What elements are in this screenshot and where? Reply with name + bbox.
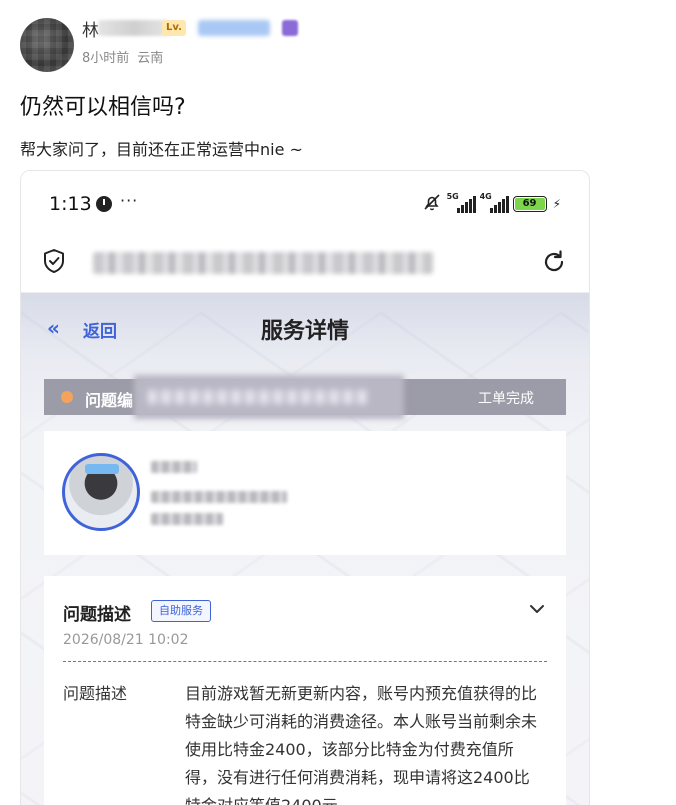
description-card: 问题描述 自助服务 2026/08/21 10:02 问题描述 目前游戏暂无新更… xyxy=(44,576,566,805)
status-icons: 5G 4G 69 ⚡ xyxy=(421,192,561,216)
description-text: 目前游戏暂无新更新内容，账号内预充值获得的比特金缺少可消耗的消费途径。本人账号当… xyxy=(185,684,538,805)
service-detail-page: « 返回 服务详情 问题编 工单完成 问题描述 自助服务 2026/08/21 … xyxy=(21,293,589,805)
avatar[interactable] xyxy=(20,18,74,72)
self-service-tag: 自助服务 xyxy=(151,600,211,622)
battery-icon: 69 xyxy=(512,196,547,212)
clock-icon xyxy=(96,196,112,212)
username[interactable]: 林 xyxy=(82,16,99,41)
post-header: 林 Lv. 8小时前 云南 xyxy=(20,14,660,74)
signal-5g-icon: 5G xyxy=(447,192,476,213)
more-dots-icon: ··· xyxy=(120,191,139,210)
url-redacted[interactable] xyxy=(93,252,433,274)
reload-icon[interactable] xyxy=(541,249,567,275)
level-badge: Lv. xyxy=(162,20,186,36)
username-redacted xyxy=(98,20,170,36)
status-time: 1:13 xyxy=(49,193,92,215)
charging-bolt-icon: ⚡ xyxy=(552,197,561,211)
ticket-number-redacted xyxy=(134,375,404,419)
post-location: 云南 xyxy=(137,51,164,66)
user-id-redacted xyxy=(151,491,287,503)
user-card xyxy=(44,431,566,555)
ticket-status: 工单完成 xyxy=(478,391,534,407)
status-bar: 1:13 ··· 5G 4G 69 ⚡ xyxy=(21,171,589,235)
ticket-strip: 问题编 工单完成 xyxy=(44,375,566,419)
signal-4g-icon: 4G xyxy=(480,192,509,213)
user-name-redacted xyxy=(151,461,197,473)
post-meta: 8小时前 云南 xyxy=(82,47,163,66)
user-info-redacted xyxy=(151,513,223,525)
post-title: 仍然可以相信吗? xyxy=(20,95,186,120)
post-time: 8小时前 xyxy=(82,51,130,66)
attached-screenshot[interactable]: 1:13 ··· 5G 4G 69 ⚡ « 返回 服务详情 问题编 工单完成 问… xyxy=(20,170,590,805)
dashed-divider xyxy=(63,661,547,662)
post-body: 帮大家问了，目前还在正常运营中nie ~ xyxy=(20,140,303,159)
shield-check-icon[interactable] xyxy=(42,248,66,274)
mute-bell-icon xyxy=(421,192,443,216)
purple-badge-icon xyxy=(282,20,298,36)
ticket-number-label: 问题编 xyxy=(85,391,134,410)
description-date: 2026/08/21 10:02 xyxy=(63,632,189,648)
browser-url-bar[interactable] xyxy=(21,235,589,293)
battery-level: 69 xyxy=(514,198,545,210)
page-title: 服务详情 xyxy=(260,319,349,344)
chevron-down-icon[interactable] xyxy=(528,600,546,618)
description-field-label: 问题描述 xyxy=(63,684,128,703)
page-nav: « 返回 服务详情 xyxy=(21,293,589,359)
description-header: 问题描述 xyxy=(63,605,131,625)
user-avatar xyxy=(62,453,140,531)
status-dot-icon xyxy=(61,391,73,403)
badge-redacted xyxy=(198,20,270,36)
